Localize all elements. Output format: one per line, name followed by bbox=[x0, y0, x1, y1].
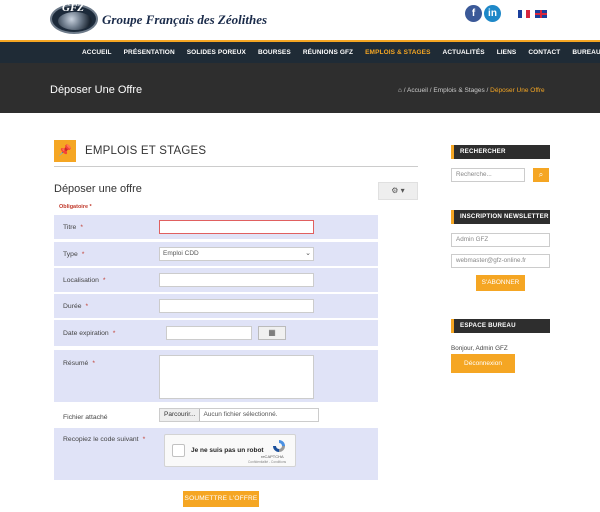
calendar-icon[interactable]: ▦ bbox=[258, 326, 286, 340]
options-button[interactable]: ⚙ ▾ bbox=[378, 182, 418, 200]
form-row-titre: Titre * bbox=[54, 215, 378, 239]
sidebar-search-input[interactable]: Recherche... bbox=[451, 168, 525, 182]
type-label: Type * bbox=[63, 251, 85, 258]
page-title: Déposer Une Offre bbox=[50, 84, 143, 96]
pin-icon: 📌 bbox=[54, 140, 76, 162]
recaptcha-widget: Je ne suis pas un robot reCAPTCHA Confid… bbox=[164, 434, 296, 467]
breadcrumb: ⌂ / Accueil / Emplois & Stages / Déposer… bbox=[398, 87, 545, 94]
nav-item-9[interactable]: BUREAU bbox=[566, 42, 600, 63]
breadcrumb-emplois[interactable]: Emplois & Stages bbox=[433, 87, 484, 94]
form-row-type: Type * Emploi CDD ⌄ bbox=[54, 242, 378, 266]
nav-item-0[interactable]: ACCUEIL bbox=[76, 42, 118, 63]
newsletter-name-input[interactable]: Admin GFZ bbox=[451, 233, 550, 247]
date-label: Date expiration * bbox=[63, 330, 116, 337]
date-input[interactable] bbox=[166, 326, 252, 340]
titre-label: Titre * bbox=[63, 224, 83, 231]
main-nav: ACCUEIL PRÉSENTATION SOLIDES POREUX BOURSES… bbox=[0, 40, 600, 63]
resume-textarea[interactable] bbox=[159, 355, 314, 399]
gear-icon: ⚙ ▾ bbox=[391, 186, 405, 195]
sidebar-newsletter-heading: INSCRIPTION NEWSLETTER bbox=[451, 210, 550, 224]
form-row-date: Date expiration * ▦ bbox=[54, 320, 378, 346]
form-row-localisation: Localisation * bbox=[54, 268, 378, 292]
submit-offer-button[interactable]: SOUMETTRE L'OFFRE bbox=[183, 491, 259, 507]
breadcrumb-home[interactable]: Accueil bbox=[407, 87, 428, 94]
titre-input[interactable] bbox=[159, 220, 314, 234]
localisation-label: Localisation * bbox=[63, 277, 106, 284]
linkedin-icon[interactable]: in bbox=[484, 5, 501, 22]
form-row-captcha: Recopiez le code suivant * Je ne suis pas… bbox=[54, 428, 378, 480]
browse-button[interactable]: Parcourir... bbox=[160, 409, 201, 421]
nav-item-3[interactable]: BOURSES bbox=[252, 42, 297, 63]
duree-label: Durée * bbox=[63, 303, 89, 310]
home-icon[interactable]: ⌂ bbox=[398, 87, 402, 94]
captcha-terms[interactable]: Confidentialité - Conditions bbox=[248, 460, 286, 464]
form-row-fichier: Fichier attaché Parcourir... Aucun fichie… bbox=[54, 404, 378, 426]
chevron-down-icon: ⌄ bbox=[305, 250, 311, 257]
form-row-resume: Résumé * bbox=[54, 350, 378, 402]
nav-item-7[interactable]: LIENS bbox=[491, 42, 523, 63]
fichier-label: Fichier attaché bbox=[63, 414, 108, 421]
section-divider bbox=[54, 166, 418, 167]
nav-item-4[interactable]: RÉUNIONS GFZ bbox=[297, 42, 359, 63]
file-input[interactable]: Parcourir... Aucun fichier sélectionné. bbox=[159, 408, 319, 422]
subscribe-button[interactable]: S'ABONNER bbox=[476, 275, 525, 291]
captcha-checkbox[interactable] bbox=[172, 444, 185, 457]
greeting-text: Bonjour, Admin GFZ bbox=[451, 345, 508, 352]
facebook-icon[interactable]: f bbox=[465, 5, 482, 22]
newsletter-email-input[interactable]: webmaster@gfz-online.fr bbox=[451, 254, 550, 268]
sidebar-espace-heading: ESPACE BUREAU bbox=[451, 319, 550, 333]
localisation-input[interactable] bbox=[159, 273, 314, 287]
breadcrumb-current: Déposer Une Offre bbox=[490, 87, 545, 94]
section-title: EMPLOIS ET STAGES bbox=[85, 145, 207, 157]
site-logo[interactable]: GFZ Groupe Français des Zéolithes bbox=[50, 2, 267, 36]
required-note: Obligatoire * bbox=[59, 204, 92, 210]
captcha-label: Recopiez le code suivant * bbox=[63, 436, 146, 443]
nav-item-8[interactable]: CONTACT bbox=[522, 42, 566, 63]
page-title-band: Déposer Une Offre ⌂ / Accueil / Emplois … bbox=[0, 63, 600, 113]
form-title: Déposer une offre bbox=[54, 183, 142, 195]
french-flag-icon[interactable] bbox=[518, 10, 530, 18]
captcha-brand: reCAPTCHA bbox=[261, 454, 284, 459]
search-icon[interactable]: ⌕ bbox=[533, 168, 549, 182]
logo-text: GFZ bbox=[62, 2, 84, 14]
nav-item-2[interactable]: SOLIDES POREUX bbox=[181, 42, 252, 63]
form-row-duree: Durée * bbox=[54, 294, 378, 318]
duree-input[interactable] bbox=[159, 299, 314, 313]
nav-item-6[interactable]: ACTUALITÉS bbox=[437, 42, 491, 63]
file-status: Aucun fichier sélectionné. bbox=[203, 411, 278, 418]
captcha-text: Je ne suis pas un robot bbox=[191, 447, 264, 454]
top-header: GFZ Groupe Français des Zéolithes f in bbox=[0, 0, 600, 40]
site-title: Groupe Français des Zéolithes bbox=[102, 12, 268, 27]
logout-button[interactable]: Déconnexion bbox=[451, 354, 515, 373]
resume-label: Résumé * bbox=[63, 360, 95, 367]
recaptcha-icon bbox=[273, 440, 285, 452]
nav-item-5[interactable]: EMPLOIS & STAGES bbox=[359, 42, 436, 63]
nav-item-1[interactable]: PRÉSENTATION bbox=[118, 42, 181, 63]
english-flag-icon[interactable] bbox=[535, 10, 547, 18]
type-select[interactable]: Emploi CDD ⌄ bbox=[159, 247, 314, 261]
sidebar-search-heading: RECHERCHER bbox=[451, 145, 550, 159]
